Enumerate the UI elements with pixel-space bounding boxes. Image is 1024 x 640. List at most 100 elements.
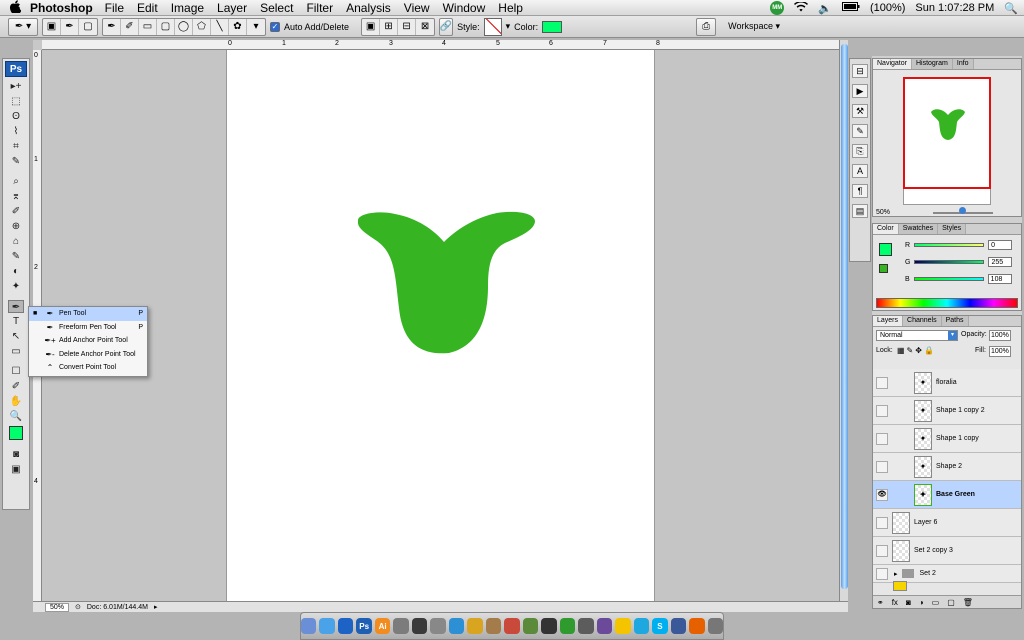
flyout-freeform-pen-tool[interactable]: ✒ Freeform Pen Tool P [29, 321, 147, 335]
foreground-color-swatch[interactable] [9, 426, 23, 440]
screen-mode-icon[interactable]: ▣ [8, 463, 24, 476]
dock-app-icon[interactable] [541, 618, 557, 634]
layer-row[interactable]: ✦ Shape 2 [873, 453, 1021, 481]
dock-app-icon[interactable] [300, 618, 317, 634]
tab-channels[interactable]: Channels [903, 316, 942, 326]
status-mm-icon[interactable]: MM [770, 1, 785, 15]
clock[interactable]: Sun 1:07:28 PM [915, 2, 994, 14]
menu-file[interactable]: File [105, 1, 124, 15]
menu-filter[interactable]: Filter [306, 1, 333, 15]
menu-window[interactable]: Window [443, 1, 486, 15]
ellipse-option-icon[interactable]: ◯ [175, 18, 193, 35]
dock-app-icon[interactable] [522, 618, 539, 634]
tab-histogram[interactable]: Histogram [911, 59, 953, 69]
dock-app-icon[interactable] [467, 618, 483, 634]
tools-presets-icon[interactable]: ⚒ [852, 104, 868, 118]
layer-comps-icon[interactable]: ▤ [852, 204, 868, 218]
dock-app-icon[interactable] [319, 618, 335, 634]
path-op-new-icon[interactable]: ▣ [362, 18, 381, 35]
auto-add-delete-checkbox[interactable]: ✓ [270, 21, 280, 32]
shape-layers-mode-icon[interactable]: ▣ [43, 18, 61, 35]
trash-icon[interactable]: 🗑 [963, 598, 973, 607]
dock-app-icon[interactable] [596, 618, 613, 634]
pen-option-icon[interactable]: ✒ [103, 18, 121, 35]
ruler-horizontal[interactable]: 0 1 2 3 4 5 6 7 8 [42, 40, 839, 50]
layer-row[interactable]: ✦ Shape 1 copy 2 [873, 397, 1021, 425]
link-icon[interactable]: ⚭ [877, 598, 884, 607]
tab-info[interactable]: Info [952, 59, 974, 69]
channel-g-slider[interactable] [914, 260, 985, 264]
channel-b-value[interactable]: 108 [987, 274, 1012, 284]
color-bg-swatch[interactable] [879, 264, 888, 273]
dock-app-icon[interactable] [337, 618, 354, 634]
lock-icons[interactable]: ▦✎✥🔒 [897, 346, 936, 355]
freeform-pen-option-icon[interactable]: ✐ [121, 18, 139, 35]
quick-mask-icon[interactable]: ◙ [8, 448, 24, 461]
adjust-icon[interactable]: ◑ [919, 598, 924, 607]
layer-visibility-toggle[interactable] [876, 516, 888, 529]
channel-g-value[interactable]: 255 [988, 257, 1013, 267]
color-spectrum-ramp[interactable] [876, 298, 1018, 308]
paths-mode-icon[interactable]: ✒ [61, 18, 79, 35]
layer-row[interactable]: ✦ floralia [873, 369, 1021, 397]
dodge-tool-icon[interactable]: ✦ [8, 280, 24, 293]
folder-icon[interactable]: ▭ [932, 598, 940, 607]
clone-source-icon[interactable]: ⎘ [852, 144, 868, 158]
menu-app-name[interactable]: Photoshop [30, 1, 93, 15]
paragraph-panel-icon[interactable]: ¶ [852, 184, 868, 198]
spotlight-icon[interactable]: 🔍 [1004, 2, 1018, 15]
flyout-convert-point-tool[interactable]: ⌃ Convert Point Tool [29, 361, 147, 375]
tab-styles[interactable]: Styles [938, 224, 967, 234]
shape-tool-icon[interactable]: ▭ [8, 345, 24, 358]
channel-b-slider[interactable] [913, 277, 984, 281]
eraser-tool-icon[interactable]: ⌂ [8, 235, 24, 248]
move-tool-icon[interactable]: ▸+ [8, 80, 24, 93]
path-selection-tool-icon[interactable]: ↖ [8, 330, 24, 343]
link-style-icon[interactable]: 🔗 [439, 17, 454, 36]
actions-panel-icon[interactable]: ▶ [852, 84, 868, 98]
layer-visibility-toggle[interactable] [876, 567, 888, 580]
navigator-zoom[interactable]: 50% [876, 209, 890, 216]
slice-tool-icon[interactable]: ✎ [8, 155, 24, 168]
layer-row[interactable]: Set 2 copy 3 [873, 537, 1021, 565]
canvas-page[interactable] [226, 50, 655, 601]
flyout-delete-anchor-tool[interactable]: ✒- Delete Anchor Point Tool [29, 348, 147, 362]
rectangle-option-icon[interactable]: ▭ [139, 18, 157, 35]
shape-dropdown-icon[interactable]: ▾ [247, 19, 265, 35]
crop-tool-icon[interactable]: ⌗ [8, 140, 24, 153]
option-color-swatch[interactable] [542, 20, 563, 33]
status-info-icon[interactable]: ⊙ [75, 603, 81, 611]
dock-app-icon[interactable] [707, 618, 724, 634]
mask-icon[interactable]: ◙ [906, 598, 911, 607]
layer-row[interactable]: ✦ Shape 1 copy [873, 425, 1021, 453]
dock-app-icon[interactable] [559, 618, 576, 634]
path-op-add-icon[interactable]: ⊞ [380, 18, 399, 35]
dock-app-icon[interactable] [578, 618, 594, 634]
character-panel-icon[interactable]: A [852, 164, 868, 178]
fill-field[interactable]: 100% [989, 346, 1011, 357]
panel-dock-grip-icon[interactable]: ⊟ [852, 64, 868, 78]
marquee-tool-icon[interactable]: ⬚ [8, 95, 24, 108]
dock-app-icon[interactable] [393, 618, 409, 634]
color-fg-swatch[interactable] [879, 243, 892, 256]
dock-app-icon[interactable] [615, 618, 631, 634]
tab-color[interactable]: Color [873, 224, 899, 234]
dock-app-icon[interactable] [485, 618, 502, 634]
new-layer-icon[interactable]: ▢ [947, 598, 955, 607]
layer-visibility-toggle[interactable] [876, 460, 888, 473]
layer-row[interactable]: Layer 6 [873, 509, 1021, 537]
menu-layer[interactable]: Layer [217, 1, 247, 15]
blur-tool-icon[interactable]: ◐ [8, 265, 24, 278]
zoom-tool-icon[interactable]: 🔍 [8, 410, 24, 423]
menu-help[interactable]: Help [498, 1, 523, 15]
hand-tool-icon[interactable]: ✋ [8, 395, 24, 408]
healing-brush-tool-icon[interactable]: ⌕ [8, 175, 24, 188]
magic-wand-tool-icon[interactable]: ⌇ [8, 125, 24, 138]
blend-mode-dropdown-icon[interactable]: ▾ [948, 331, 957, 340]
history-brush-tool-icon[interactable]: ⊕ [8, 220, 24, 233]
path-op-subtract-icon[interactable]: ⊟ [398, 18, 417, 35]
fill-pixels-mode-icon[interactable]: ▢ [79, 19, 97, 35]
vertical-scroll-thumb[interactable] [841, 44, 848, 589]
dock-app-icon[interactable]: Ps [356, 618, 372, 634]
dock-app-icon[interactable] [670, 618, 687, 634]
